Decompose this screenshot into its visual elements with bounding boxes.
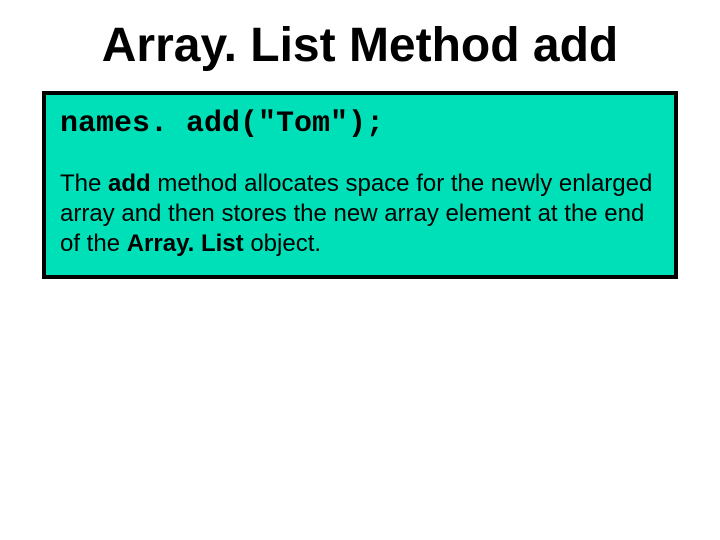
description: The add method allocates space for the n… [60, 169, 660, 259]
code-line: names. add("Tom"); [60, 107, 660, 141]
desc-bold-1: add [108, 170, 151, 197]
desc-text-1: The [60, 170, 108, 197]
code-box: names. add("Tom"); The add method alloca… [42, 91, 678, 279]
slide-container: Array. List Method add names. add("Tom")… [0, 0, 720, 540]
desc-bold-2: Array. List [127, 230, 244, 257]
desc-text-3: object. [244, 230, 321, 257]
slide-title: Array. List Method add [42, 18, 678, 73]
